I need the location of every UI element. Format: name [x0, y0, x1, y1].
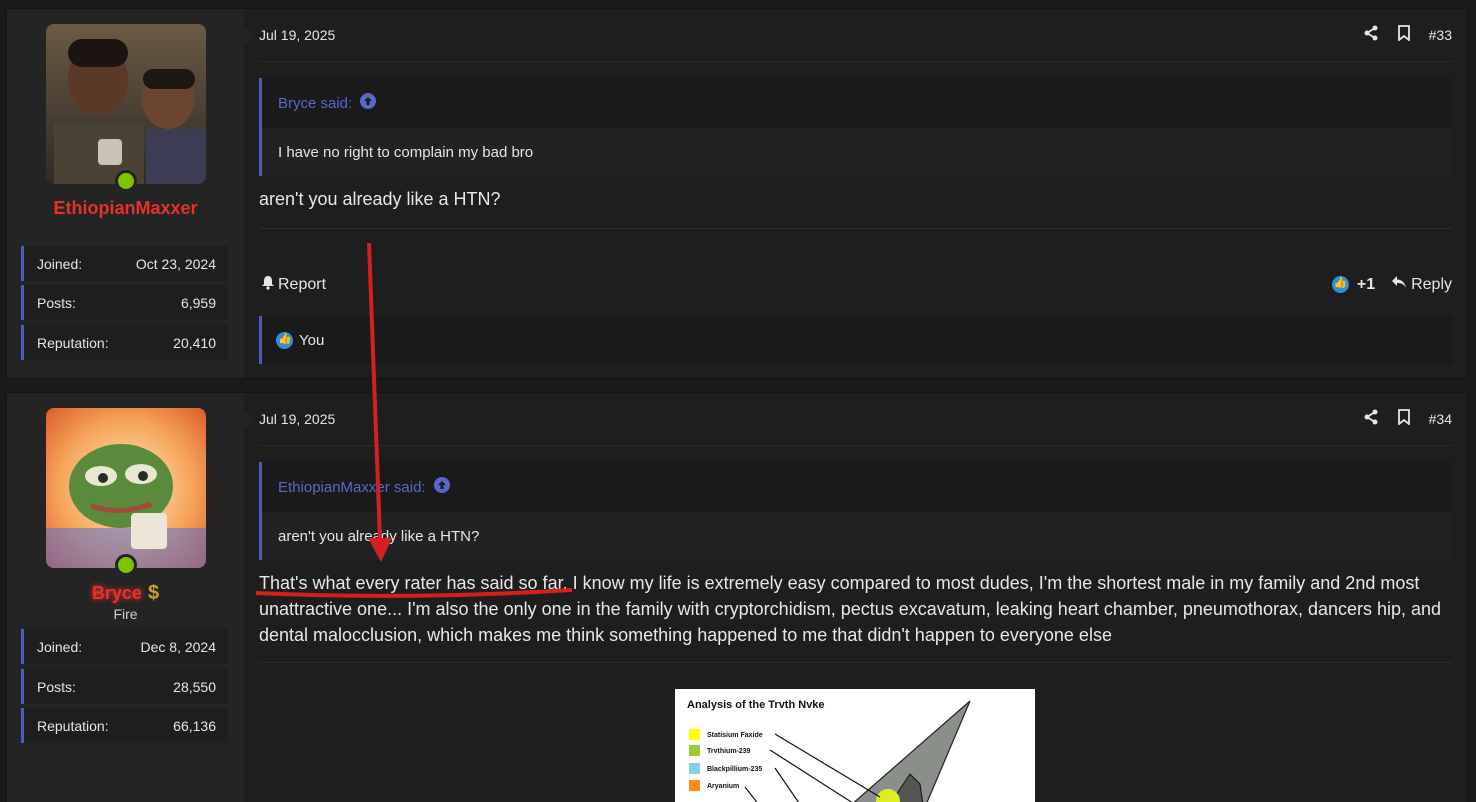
stat-label: Posts:	[37, 294, 76, 311]
report-label: Report	[278, 276, 327, 293]
quote-header[interactable]: EthiopianMaxxer said:	[262, 462, 1452, 512]
stat-value: 28,550	[173, 678, 216, 695]
post-actions: #34	[1363, 409, 1452, 428]
legend-swatch	[689, 729, 700, 740]
like-icon	[1331, 276, 1349, 293]
post-number[interactable]: #34	[1429, 411, 1452, 427]
post-message: That's what every rater has said so far,…	[259, 573, 1442, 645]
avatar[interactable]	[46, 408, 206, 568]
bookmark-icon[interactable]	[1397, 25, 1411, 44]
quote-author[interactable]: Bryce said:	[278, 95, 352, 112]
liked-by[interactable]: You	[299, 332, 324, 349]
user-info-panel: EthiopianMaxxer Joined: Oct 23, 2024 Pos…	[7, 9, 253, 378]
stat-reputation: Reputation: 66,136	[21, 708, 228, 743]
stat-label: Reputation:	[37, 334, 109, 351]
share-icon[interactable]	[1363, 25, 1379, 44]
quote-block: EthiopianMaxxer said: aren't you already…	[259, 462, 1452, 560]
stat-value: 20,410	[173, 334, 216, 351]
stat-label: Joined:	[37, 638, 83, 655]
reply-icon	[1391, 275, 1407, 294]
legend-label: Statisium Faxide	[707, 732, 763, 739]
jump-to-quote-icon[interactable]	[433, 477, 450, 497]
like-icon	[276, 331, 293, 349]
post-date[interactable]: Jul 19, 2025	[259, 27, 335, 43]
quote-text: I have no right to complain my bad bro	[262, 128, 1452, 176]
divider	[259, 228, 1452, 229]
quote-header[interactable]: Bryce said:	[262, 78, 1452, 128]
quote-block: Bryce said: I have no right to complain …	[259, 78, 1452, 176]
username[interactable]: Bryce	[92, 583, 142, 604]
post-message: aren't you already like a HTN?	[259, 189, 501, 209]
embedded-image[interactable]: Analysis of the Trvth Nvke Statisium Fax…	[675, 689, 1035, 802]
stat-value: 66,136	[173, 717, 216, 734]
stat-value: Dec 8, 2024	[140, 638, 217, 655]
share-icon[interactable]	[1363, 409, 1379, 428]
reaction-count: +1	[1356, 275, 1376, 293]
post-33: EthiopianMaxxer Joined: Oct 23, 2024 Pos…	[6, 8, 1468, 379]
user-title: Fire	[113, 606, 138, 622]
post-34: Bryce $ Fire Joined: Dec 8, 2024 Posts: …	[6, 392, 1468, 802]
legend-label: Blackpillium-235	[707, 766, 762, 773]
divider	[259, 61, 1452, 62]
reply-button[interactable]: Reply	[1391, 275, 1452, 294]
post-actions: #33	[1363, 25, 1452, 44]
legend-swatch	[689, 745, 700, 756]
stat-label: Joined:	[37, 255, 83, 272]
stat-label: Posts:	[37, 678, 76, 695]
username[interactable]: EthiopianMaxxer	[7, 198, 244, 219]
likes-bar[interactable]: You	[259, 316, 1452, 364]
divider	[259, 445, 1452, 446]
avatar[interactable]	[46, 24, 206, 184]
legend-swatch	[689, 763, 700, 774]
stat-posts: Posts: 6,959	[21, 285, 228, 320]
quote-text: aren't you already like a HTN?	[262, 512, 1452, 560]
dollar-badge-icon: $	[147, 582, 160, 604]
online-status-indicator	[115, 554, 137, 576]
stat-value: Oct 23, 2024	[135, 255, 216, 272]
reply-label: Reply	[1411, 275, 1452, 293]
post-footer-actions: +1 Reply	[1331, 275, 1452, 294]
stat-joined: Joined: Oct 23, 2024	[21, 246, 228, 281]
stat-joined: Joined: Dec 8, 2024	[21, 629, 228, 664]
username-row: Bryce $	[7, 582, 244, 605]
report-button[interactable]: Report	[261, 275, 326, 295]
post-number[interactable]: #33	[1429, 27, 1452, 43]
divider	[259, 662, 1452, 663]
embedded-image-title: Analysis of the Trvth Nvke	[687, 699, 825, 711]
reaction-summary[interactable]: +1	[1331, 275, 1376, 294]
online-status-indicator	[115, 170, 137, 192]
post-date[interactable]: Jul 19, 2025	[259, 411, 335, 427]
stat-posts: Posts: 28,550	[21, 669, 228, 704]
quote-author[interactable]: EthiopianMaxxer said:	[278, 479, 426, 496]
legend-swatch	[689, 780, 700, 791]
stat-value: 6,959	[180, 294, 216, 311]
stat-label: Reputation:	[37, 717, 109, 734]
stat-reputation: Reputation: 20,410	[21, 325, 228, 360]
legend-label: Trvthium-239	[707, 748, 751, 755]
bell-icon	[261, 275, 275, 295]
user-info-panel: Bryce $ Fire Joined: Dec 8, 2024 Posts: …	[7, 393, 253, 802]
jump-to-quote-icon[interactable]	[360, 93, 377, 113]
bookmark-icon[interactable]	[1397, 409, 1411, 428]
legend-label: Aryanium	[707, 783, 739, 790]
